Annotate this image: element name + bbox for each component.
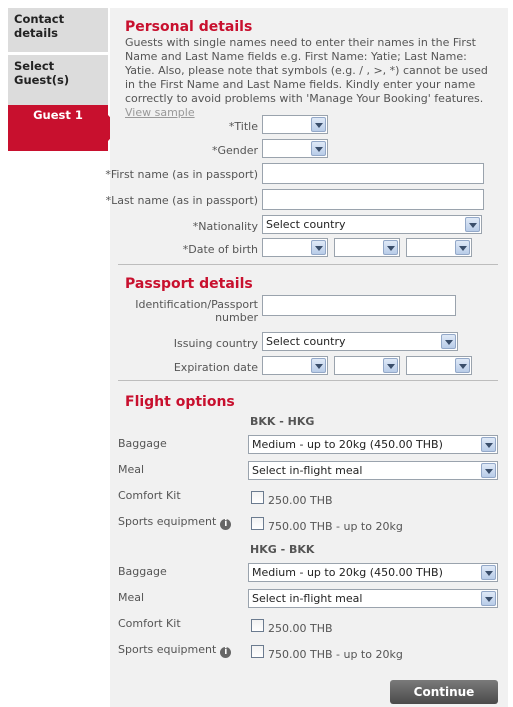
nationality-value: Select country [266,218,346,231]
comfort-kit-checkbox[interactable] [251,619,264,632]
sports-equipment-text: Sports equipment [118,643,217,656]
dob-day-select[interactable] [262,238,328,257]
personal-details-intro: Guests with single names need to enter t… [125,36,495,120]
meal-value: Select in-flight meal [252,464,363,477]
issuing-country-label: Issuing country [173,337,258,350]
dob-month-select[interactable] [334,238,400,257]
sports-equipment-checkbox[interactable] [251,645,264,658]
segment-route: BKK - HKG [250,415,315,428]
comfort-kit-label: Comfort Kit [118,617,181,630]
dropdown-arrow-icon [441,334,456,349]
sports-equipment-price: 750.00 THB - up to 20kg [268,648,403,661]
nationality-label: *Nationality [192,220,258,233]
sports-equipment-checkbox[interactable] [251,517,264,530]
comfort-kit-label: Comfort Kit [118,489,181,502]
tab-guest-1[interactable]: Guest 1 [8,105,120,151]
nationality-select[interactable]: Select country [262,215,482,234]
tab-label: Contact details [14,12,65,40]
meal-select[interactable]: Select in-flight meal [248,589,498,608]
sports-equipment-price: 750.00 THB - up to 20kg [268,520,403,533]
gender-label: *Gender [211,144,258,157]
dropdown-arrow-icon [481,591,496,606]
dropdown-arrow-icon [481,437,496,452]
sports-equipment-text: Sports equipment [118,515,217,528]
last-name-label: *Last name (as in passport) [105,194,258,207]
meal-select[interactable]: Select in-flight meal [248,461,498,480]
last-name-input[interactable] [262,189,484,210]
passport-number-label: Identification/Passport number [135,298,258,324]
dropdown-arrow-icon [465,217,480,232]
sports-equipment-label: Sports equipment i [118,515,232,530]
exp-month-select[interactable] [334,356,400,375]
dropdown-arrow-icon [311,141,326,156]
baggage-label: Baggage [118,437,167,450]
flight-options-heading: Flight options [125,394,235,410]
title-label: *Title [228,120,258,133]
baggage-value: Medium - up to 20kg (450.00 THB) [252,566,443,579]
section-divider [118,264,498,265]
dropdown-arrow-icon [383,240,398,255]
guest-form-panel: Personal details Guests with single name… [105,8,508,707]
baggage-select[interactable]: Medium - up to 20kg (450.00 THB) [248,435,498,454]
dob-year-select[interactable] [406,238,472,257]
info-icon[interactable]: i [220,519,232,530]
intro-text: Guests with single names need to enter t… [125,36,488,105]
continue-button[interactable]: Continue [390,680,498,704]
segment-route: HKG - BKK [250,543,315,556]
info-icon[interactable]: i [220,647,232,658]
view-sample-link[interactable]: View sample [125,106,195,119]
title-select[interactable] [262,115,328,134]
dropdown-arrow-icon [311,358,326,373]
dropdown-arrow-icon [383,358,398,373]
dropdown-arrow-icon [455,240,470,255]
dropdown-arrow-icon [455,358,470,373]
sports-equipment-label: Sports equipment i [118,643,232,658]
tab-label: Guest 1 [33,108,83,122]
issuing-country-select[interactable]: Select country [262,332,458,351]
meal-value: Select in-flight meal [252,592,363,605]
tab-select-guests[interactable]: Select Guest(s) [8,55,108,105]
tab-label: Select Guest(s) [14,59,70,87]
passport-number-input[interactable] [262,295,456,316]
baggage-label: Baggage [118,565,167,578]
issuing-country-value: Select country [266,335,346,348]
personal-details-heading: Personal details [125,19,253,35]
expiration-date-label: Expiration date [173,361,258,374]
gender-select[interactable] [262,139,328,158]
baggage-select[interactable]: Medium - up to 20kg (450.00 THB) [248,563,498,582]
dropdown-arrow-icon [311,240,326,255]
passport-details-heading: Passport details [125,276,253,292]
dob-label: *Date of birth [182,243,258,256]
meal-label: Meal [118,591,145,604]
tab-contact-details[interactable]: Contact details [8,8,108,52]
dropdown-arrow-icon [311,117,326,132]
meal-label: Meal [118,463,145,476]
dropdown-arrow-icon [481,565,496,580]
comfort-kit-price: 250.00 THB [268,494,333,507]
first-name-label: *First name (as in passport) [105,168,258,181]
exp-year-select[interactable] [406,356,472,375]
exp-day-select[interactable] [262,356,328,375]
section-divider [118,380,498,381]
baggage-value: Medium - up to 20kg (450.00 THB) [252,438,443,451]
comfort-kit-price: 250.00 THB [268,622,333,635]
comfort-kit-checkbox[interactable] [251,491,264,504]
first-name-input[interactable] [262,163,484,184]
dropdown-arrow-icon [481,463,496,478]
